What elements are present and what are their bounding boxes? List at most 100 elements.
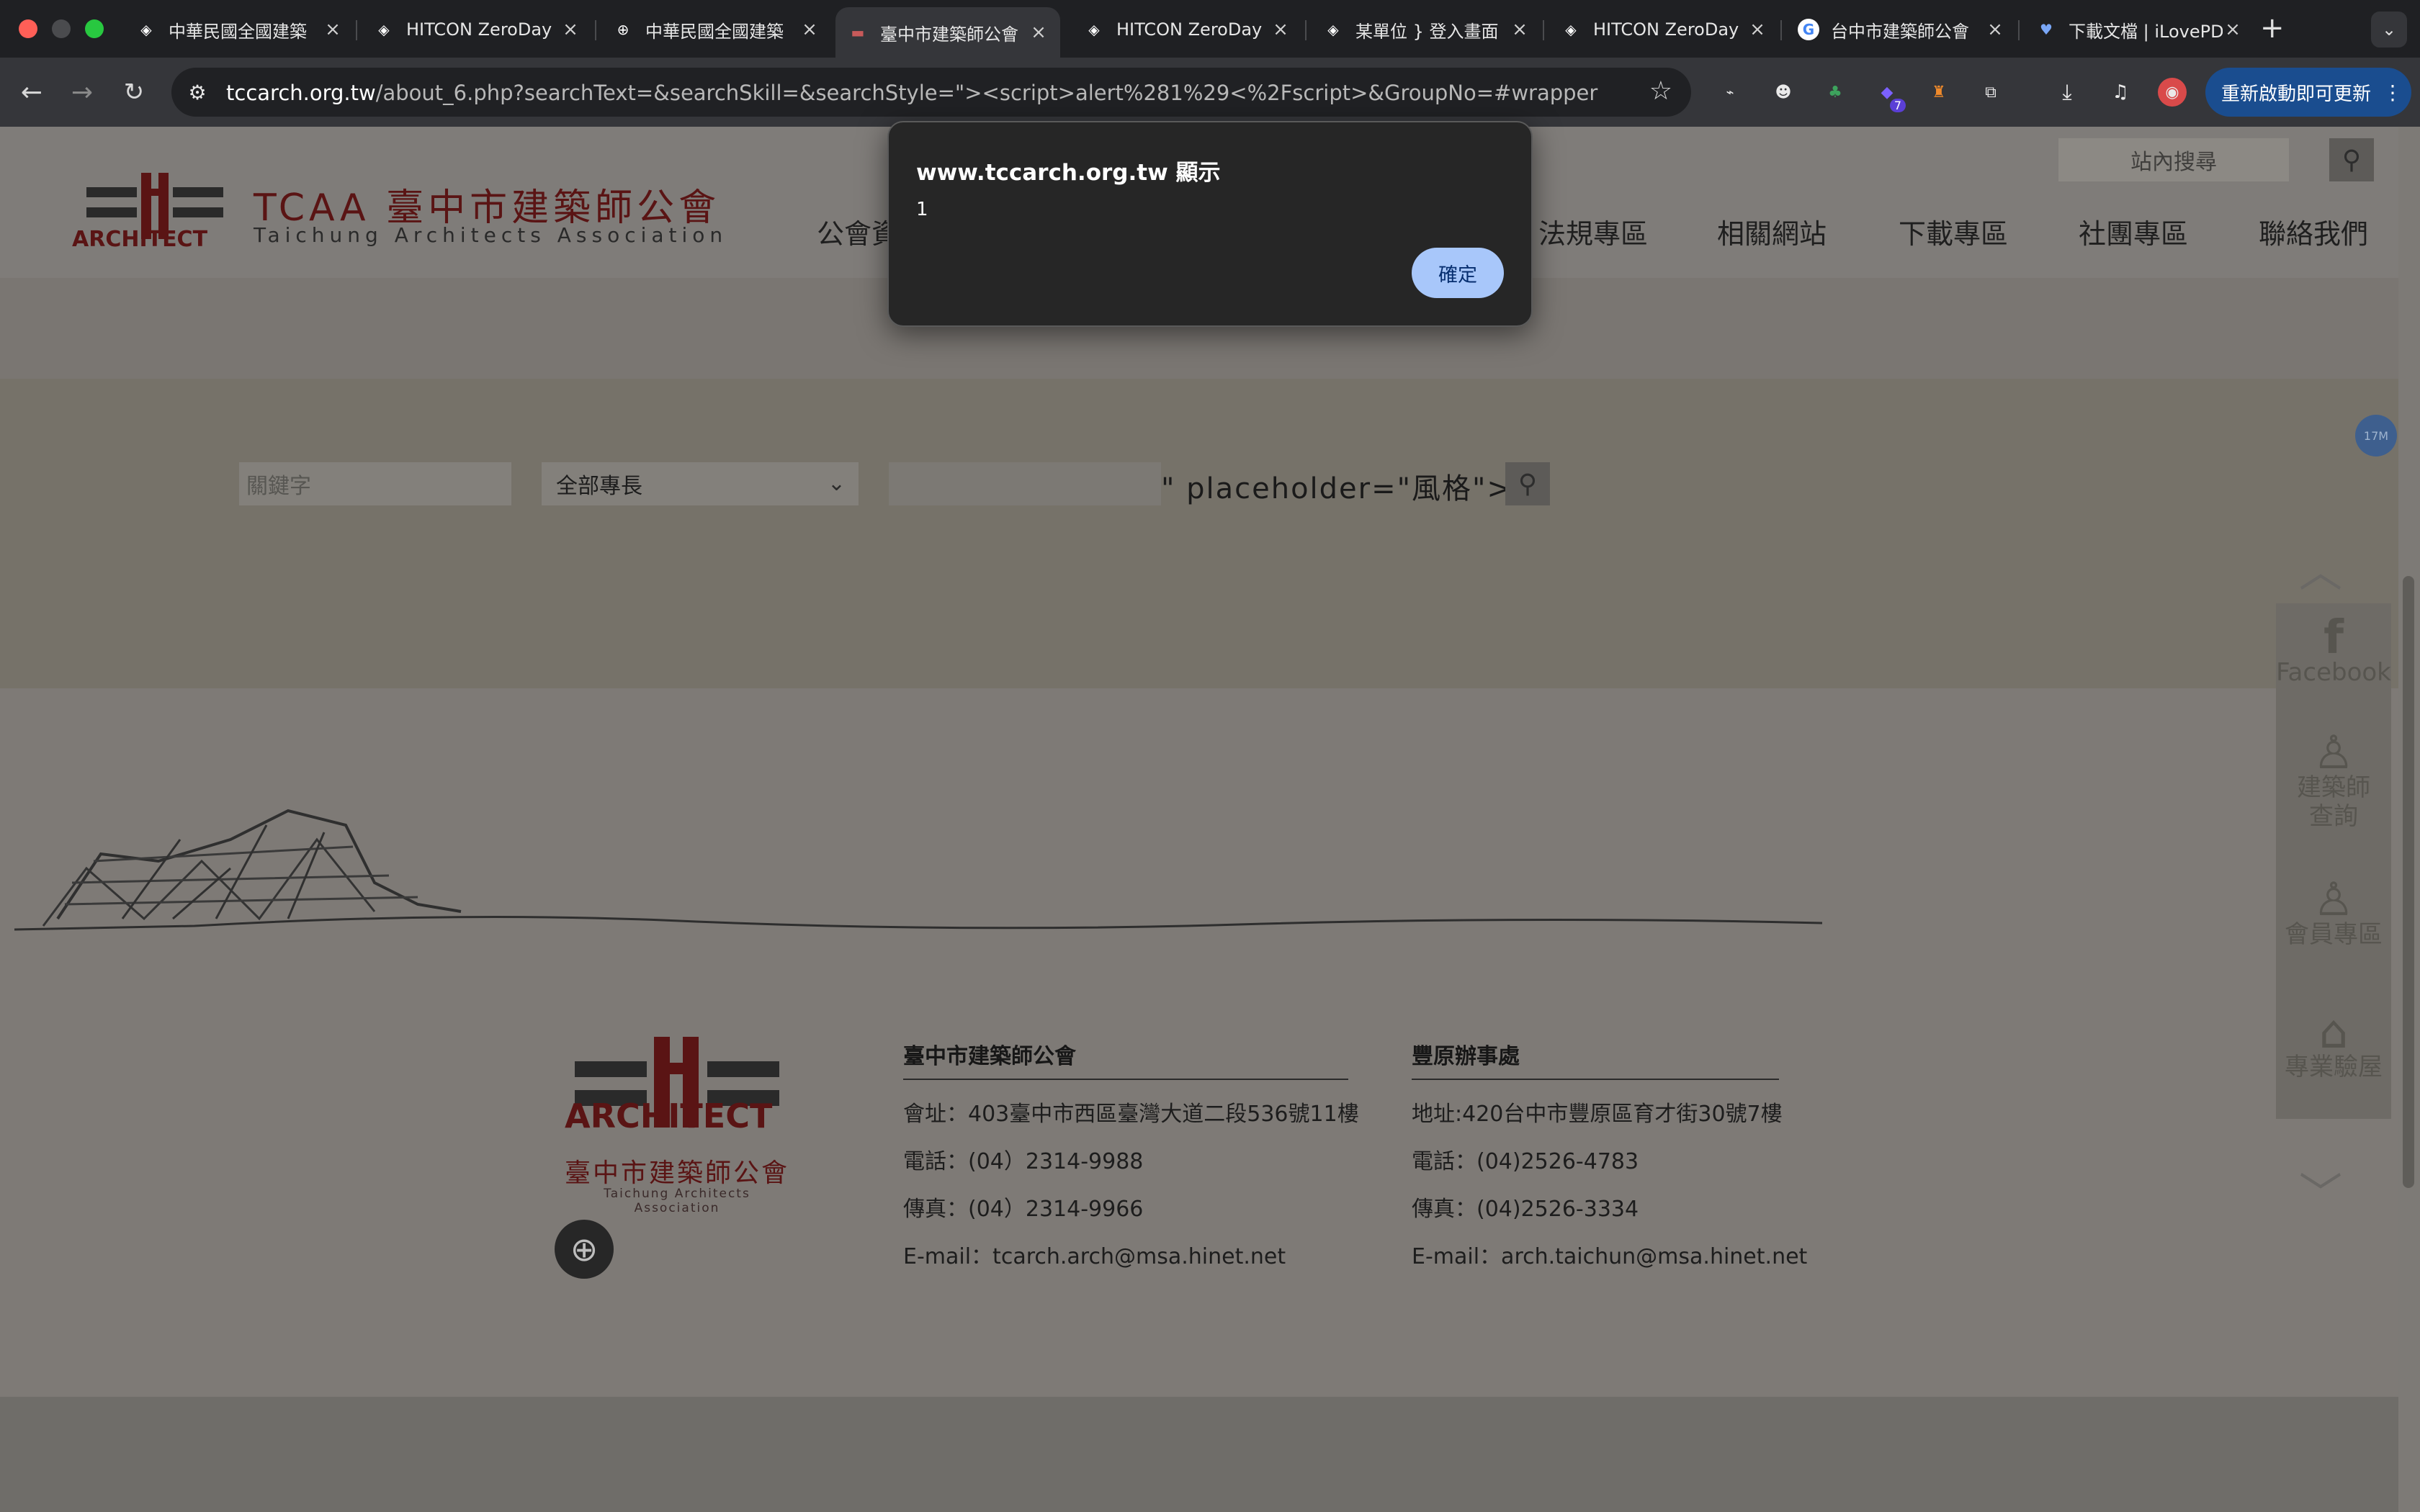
- architect-person-icon: ♙: [2313, 726, 2354, 780]
- chevron-down-icon: ⌄: [827, 471, 846, 496]
- tab-title: 中華民國全國建築: [645, 21, 784, 42]
- main-office-address: 會址：403臺中市西區臺灣大道二段536號11樓: [903, 1102, 1359, 1127]
- nav-item-contact[interactable]: 聯絡我們: [2259, 212, 2368, 251]
- floating-badge[interactable]: 17M: [2355, 415, 2397, 456]
- url-text[interactable]: tccarch.org.tw/about_6.php?searchText=&s…: [226, 81, 1597, 105]
- browser-chrome: ◈ 中華民國全國建築 × ◈ HITCON ZeroDay × ⊕ 中華民國全國…: [0, 0, 2420, 127]
- fengyuan-office-email[interactable]: E-mail：arch.taichun@msa.hinet.net: [1412, 1238, 1807, 1270]
- extension-icon[interactable]: ⌁: [1716, 78, 1744, 107]
- back-arrow-icon[interactable]: ←: [14, 75, 49, 109]
- scroll-down-chevron-icon[interactable]: ﹀: [2299, 1159, 2342, 1222]
- extension-badge-count: 7: [1889, 99, 1906, 112]
- browser-tab[interactable]: ◈ HITCON ZeroDay ×: [362, 7, 592, 52]
- bookmark-star-icon[interactable]: ☆: [1649, 76, 1672, 106]
- profile-avatar[interactable]: ◉: [2158, 78, 2187, 107]
- web-page: ARCHITECT TCAA 臺中市建築師公會 Taichung Archite…: [0, 127, 2398, 1512]
- extension-mask-icon[interactable]: ☻: [1769, 78, 1798, 107]
- tab-separator: [1780, 20, 1782, 40]
- tab-close-icon[interactable]: ×: [2223, 19, 2243, 40]
- kebab-menu-icon[interactable]: ⋮: [2383, 81, 2403, 104]
- style-input[interactable]: [889, 462, 1161, 505]
- alert-ok-button[interactable]: 確定: [1412, 248, 1504, 298]
- heart-favicon-icon: ♥: [2040, 21, 2053, 38]
- tab-separator: [356, 20, 357, 40]
- window-minimize-button[interactable]: [52, 19, 71, 38]
- tab-favicon-icon: ◈: [1327, 21, 1339, 38]
- site-settings-icon[interactable]: ⚙: [184, 79, 210, 105]
- extensions-puzzle-icon[interactable]: ⧉: [1976, 78, 2005, 107]
- browser-tab[interactable]: ♥ 下載文檔 | iLovePDF ×: [2024, 7, 2254, 52]
- tab-close-icon[interactable]: ×: [1028, 22, 1049, 43]
- floating-quick-links: f Facebook ♙ 建築師 查詢 ♙ 會員專區 ⌂ 專業驗屋: [2276, 603, 2391, 1119]
- site-logo[interactable]: ARCHITECT TCAA 臺中市建築師公會 Taichung Archite…: [72, 171, 722, 258]
- window-maximize-button[interactable]: [85, 19, 104, 38]
- architect-search-area: [0, 379, 2398, 688]
- tab-close-icon[interactable]: ×: [560, 19, 581, 40]
- main-office-email[interactable]: E-mail：tcarch.arch@msa.hinet.net: [903, 1238, 1348, 1270]
- nav-item-clubs[interactable]: 社團專區: [2079, 212, 2188, 251]
- tab-favicon-icon: ◈: [140, 21, 152, 38]
- site-search-input[interactable]: 站內搜尋: [2058, 138, 2289, 181]
- member-area-link[interactable]: ♙ 會員專區: [2276, 873, 2391, 949]
- filter-search-button[interactable]: ⚲: [1505, 462, 1550, 505]
- media-control-icon[interactable]: ♫: [2106, 78, 2135, 107]
- skill-select-value: 全部專長: [556, 474, 642, 499]
- inspection-label: 專業驗屋: [2285, 1053, 2383, 1081]
- page-scrollbar-thumb[interactable]: [2403, 576, 2414, 1188]
- reload-icon[interactable]: ↻: [117, 75, 151, 109]
- tab-title: HITCON ZeroDay: [1116, 19, 1263, 40]
- main-office-info: 臺中市建築師公會 會址：403臺中市西區臺灣大道二段536號11樓 電話：(04…: [903, 1038, 1359, 1270]
- inspection-link[interactable]: ⌂ 專業驗屋: [2276, 1009, 2391, 1081]
- tab-close-icon[interactable]: ×: [1747, 19, 1767, 40]
- address-bar[interactable]: ⚙ tccarch.org.tw/about_6.php?searchText=…: [171, 68, 1691, 117]
- extension-badge-icon[interactable]: ◆ 7: [1873, 78, 1906, 112]
- browser-tab[interactable]: G 台中市建築師公會 ×: [1786, 7, 2017, 52]
- facebook-icon: f: [2323, 611, 2344, 665]
- main-office-fax: 傳真：(04）2314-9966: [903, 1197, 1144, 1222]
- browser-tab[interactable]: ◈ HITCON ZeroDay ×: [1549, 7, 1779, 52]
- tab-title: HITCON ZeroDay: [1593, 19, 1739, 40]
- tab-close-icon[interactable]: ×: [1510, 19, 1530, 40]
- architect-query-link[interactable]: ♙ 建築師 查詢: [2276, 726, 2391, 831]
- fengyuan-office-phone: 電話：(04)2526-4783: [1412, 1149, 1639, 1174]
- tab-favicon-icon: ◈: [1565, 21, 1577, 38]
- footer-logo-mark-text: ARCHITECT: [565, 1097, 773, 1135]
- member-user-icon: ♙: [2313, 873, 2354, 927]
- site-search-button[interactable]: ⚲: [2329, 138, 2374, 181]
- logo-english-text: Taichung Architects Association: [254, 223, 728, 247]
- architect-logo-icon: ARCHITECT: [72, 173, 223, 251]
- tab-close-icon[interactable]: ×: [1270, 19, 1291, 40]
- download-icon[interactable]: ⤓: [2053, 78, 2081, 107]
- tab-close-icon[interactable]: ×: [1985, 19, 2005, 40]
- tab-separator: [595, 20, 596, 40]
- nav-item-regulations[interactable]: 法規專區: [1538, 212, 1648, 251]
- scroll-up-chevron-icon[interactable]: ︿: [2299, 537, 2342, 600]
- facebook-link[interactable]: f Facebook: [2276, 611, 2391, 687]
- extension-tree-icon[interactable]: ♣: [1821, 78, 1850, 107]
- fengyuan-office-address: 地址:420台中市豐原區育才街30號7樓: [1412, 1102, 1783, 1127]
- extension-fox-icon[interactable]: ♜: [1924, 78, 1953, 107]
- search-icon: ⚲: [1518, 469, 1538, 499]
- browser-tab[interactable]: ◈ 某單位 } 登入畫面 ×: [1311, 7, 1541, 52]
- nav-item-links[interactable]: 相關網站: [1717, 212, 1827, 251]
- relaunch-update-button[interactable]: 重新啟動即可更新 ⋮: [2205, 68, 2411, 117]
- nav-item-about[interactable]: 公會資: [817, 212, 899, 251]
- tab-search-chevron-icon[interactable]: ⌄: [2371, 12, 2407, 48]
- browser-tab[interactable]: ◈ HITCON ZeroDay ×: [1072, 7, 1302, 52]
- alert-message: 1: [916, 199, 928, 220]
- browser-tab-active[interactable]: ▬ 臺中市建築師公會 ×: [835, 7, 1060, 58]
- url-host: tccarch.org.tw: [226, 81, 376, 105]
- globe-icon[interactable]: ⊕: [555, 1220, 614, 1279]
- nav-item-downloads[interactable]: 下載專區: [1899, 212, 2008, 251]
- browser-toolbar: ← → ↻ ⚙ tccarch.org.tw/about_6.php?searc…: [0, 58, 2420, 127]
- tab-close-icon[interactable]: ×: [323, 19, 343, 40]
- browser-tab[interactable]: ⊕ 中華民國全國建築 ×: [601, 7, 831, 52]
- keyword-input[interactable]: 關鍵字: [239, 462, 511, 505]
- new-tab-plus-icon[interactable]: +: [2260, 12, 2285, 45]
- architect-query-label-2: 查詢: [2309, 802, 2358, 831]
- tab-close-icon[interactable]: ×: [799, 19, 820, 40]
- forward-arrow-icon[interactable]: →: [65, 75, 99, 109]
- window-close-button[interactable]: [19, 19, 37, 38]
- skill-select[interactable]: 全部專長 ⌄: [542, 462, 859, 505]
- browser-tab[interactable]: ◈ 中華民國全國建築 ×: [124, 7, 354, 52]
